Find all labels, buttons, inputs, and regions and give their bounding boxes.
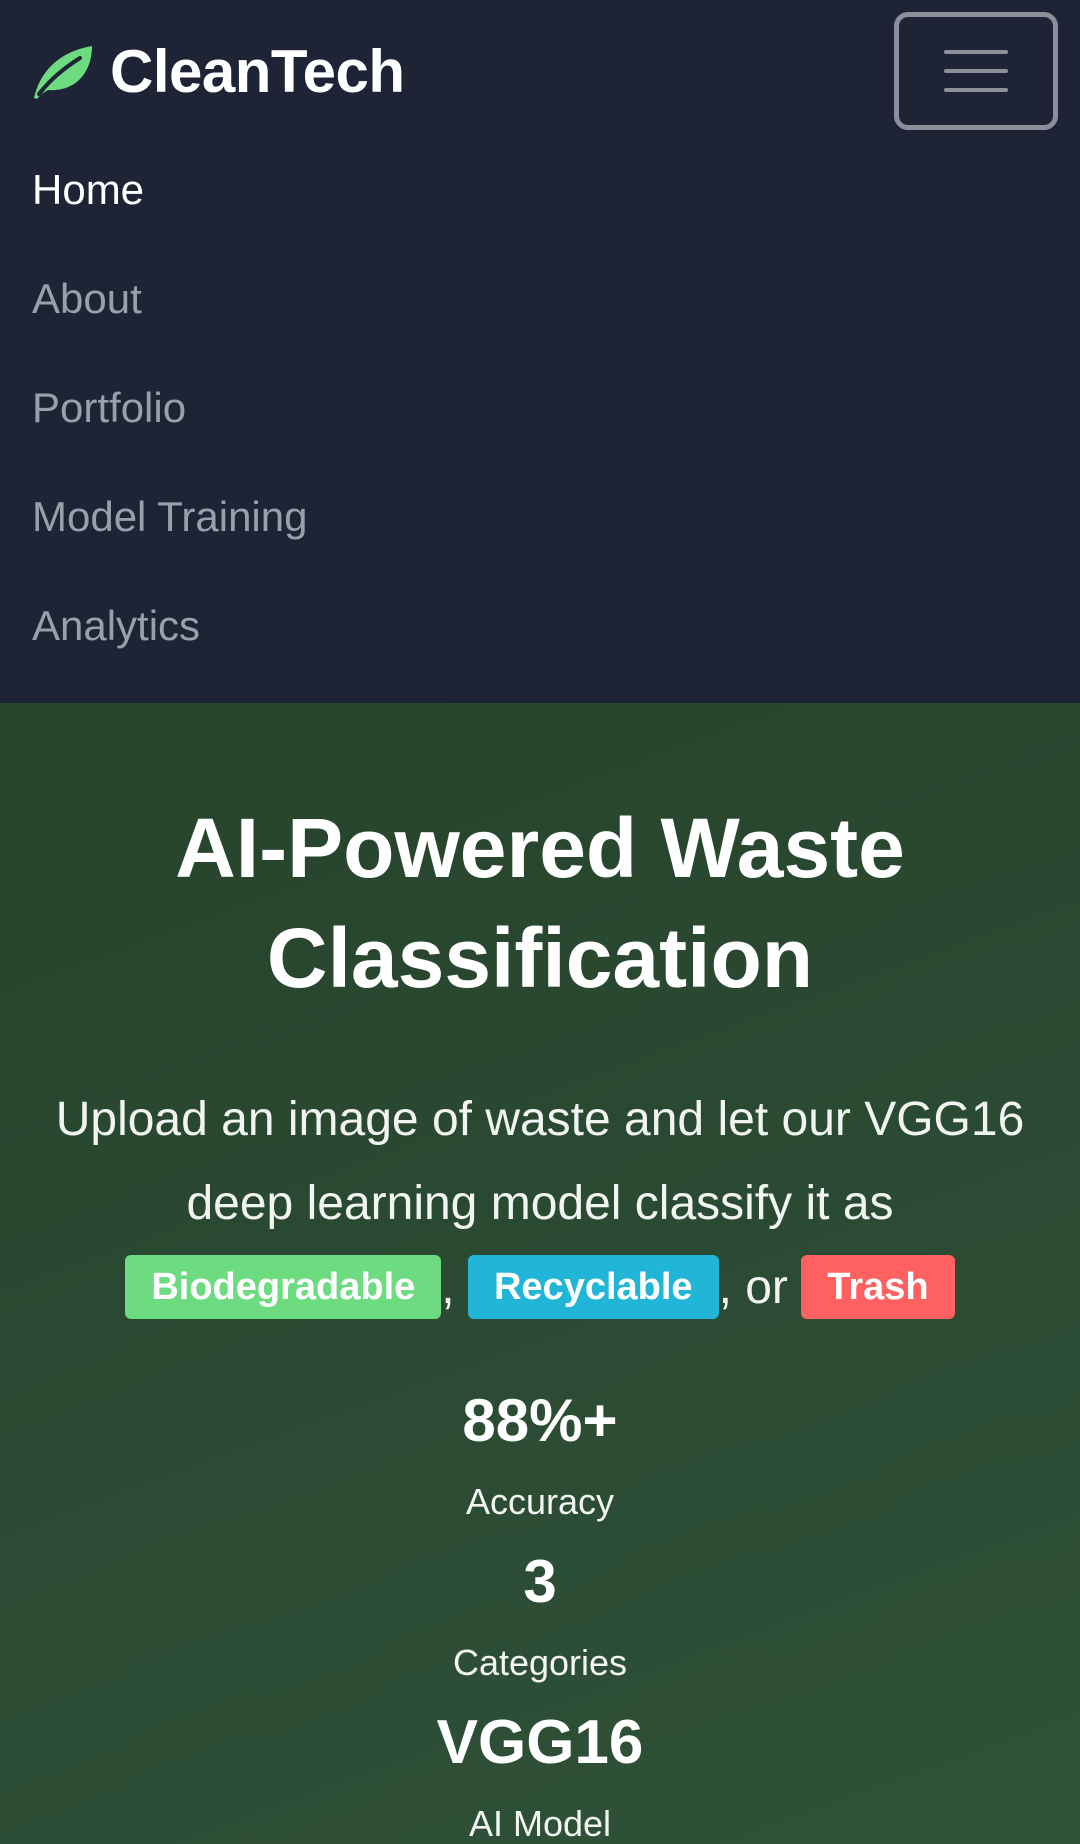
badge-biodegradable: Biodegradable bbox=[125, 1255, 442, 1319]
stats-list: 88%+ Accuracy 3 Categories VGG16 AI Mode… bbox=[0, 1378, 1080, 1844]
leaf-icon bbox=[30, 42, 96, 100]
hero-lead-text: Upload an image of waste and let our VGG… bbox=[55, 1093, 1025, 1230]
hamburger-icon bbox=[944, 69, 1008, 73]
hamburger-icon bbox=[944, 50, 1008, 54]
stat-model-label: AI Model bbox=[468, 1803, 612, 1844]
brand-name: CleanTech bbox=[110, 37, 405, 105]
stat-accuracy-label: Accuracy bbox=[465, 1481, 615, 1522]
brand-logo[interactable]: CleanTech bbox=[30, 36, 405, 106]
hamburger-icon bbox=[944, 88, 1008, 92]
nav-item-portfolio[interactable]: Portfolio bbox=[32, 368, 307, 477]
nav-menu: Home About Portfolio Model Training Anal… bbox=[32, 150, 307, 695]
nav-item-model-training[interactable]: Model Training bbox=[32, 477, 307, 586]
stat-categories-value: 3 bbox=[523, 1548, 557, 1615]
separator: , bbox=[441, 1261, 455, 1314]
badge-recyclable: Recyclable bbox=[467, 1255, 719, 1319]
stat-model-value: VGG16 bbox=[436, 1708, 644, 1777]
nav-item-home[interactable]: Home bbox=[32, 150, 307, 259]
badge-trash: Trash bbox=[801, 1255, 955, 1319]
nav-item-about[interactable]: About bbox=[32, 259, 307, 368]
stat-accuracy-value: 88%+ bbox=[462, 1387, 618, 1454]
hero-title: AI-Powered Waste Classification bbox=[175, 801, 905, 1005]
stat-categories-label: Categories bbox=[452, 1642, 628, 1683]
menu-toggle-button[interactable] bbox=[894, 12, 1058, 130]
nav-item-analytics[interactable]: Analytics bbox=[32, 586, 307, 695]
separator: , or bbox=[718, 1261, 788, 1314]
hero-lead: Upload an image of waste and let our VGG… bbox=[50, 1078, 1030, 1330]
navbar: CleanTech Home About Portfolio Model Tra… bbox=[0, 0, 1080, 703]
hero-section: AI-Powered Waste Classification Upload a… bbox=[0, 703, 1080, 1844]
